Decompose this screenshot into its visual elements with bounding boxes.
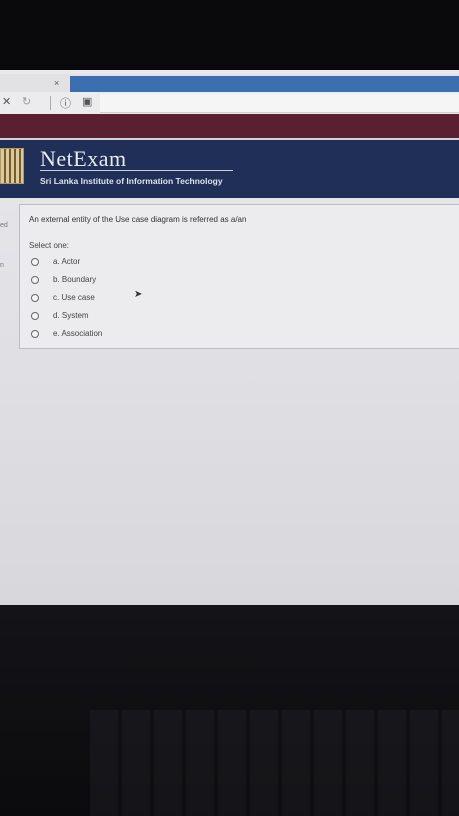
mouse-cursor-icon: ➤ [134, 289, 143, 300]
site-subtitle: Sri Lanka Institute of Information Techn… [40, 176, 223, 186]
option-label: d. System [53, 311, 89, 320]
radio-button[interactable] [31, 330, 39, 338]
brand-underline [40, 170, 233, 171]
option-label: e. Association [53, 329, 103, 338]
site-header: NetExam Sri Lanka Institute of Informati… [0, 138, 459, 198]
radio-button[interactable] [31, 258, 39, 266]
side-label: ed [0, 222, 8, 229]
side-label: n [0, 262, 4, 269]
browser-screen: × ✕ ↻ ⓘ ▣ NetExam Sri Lanka Institute of… [0, 70, 459, 605]
info-icon[interactable]: ⓘ [60, 95, 71, 111]
toolbar-divider [50, 96, 51, 110]
question-text: An external entity of the Use case diagr… [29, 215, 247, 224]
tab-strip: × [0, 74, 459, 92]
select-one-prompt: Select one: [29, 241, 70, 250]
page-icon[interactable]: ▣ [82, 95, 92, 108]
keyboard-area [90, 710, 459, 816]
address-bar[interactable] [100, 94, 459, 113]
radio-button[interactable] [31, 312, 39, 320]
site-brand[interactable]: NetExam [40, 146, 127, 172]
question-box: An external entity of the Use case diagr… [19, 204, 459, 349]
close-icon[interactable]: ✕ [2, 95, 11, 108]
monitor-bezel-top [0, 0, 459, 70]
option-label: b. Boundary [53, 275, 97, 284]
radio-button[interactable] [31, 294, 39, 302]
option-label: a. Actor [53, 257, 81, 266]
bookmarks-bar [0, 114, 459, 138]
tab-close-icon[interactable]: × [54, 78, 59, 88]
option-label: c. Use case [53, 293, 95, 302]
browser-toolbar: ✕ ↻ ⓘ ▣ [0, 92, 459, 114]
active-tab-bar[interactable] [70, 76, 459, 92]
institute-logo-icon [0, 148, 24, 184]
radio-button[interactable] [31, 276, 39, 284]
refresh-icon[interactable]: ↻ [22, 95, 31, 108]
